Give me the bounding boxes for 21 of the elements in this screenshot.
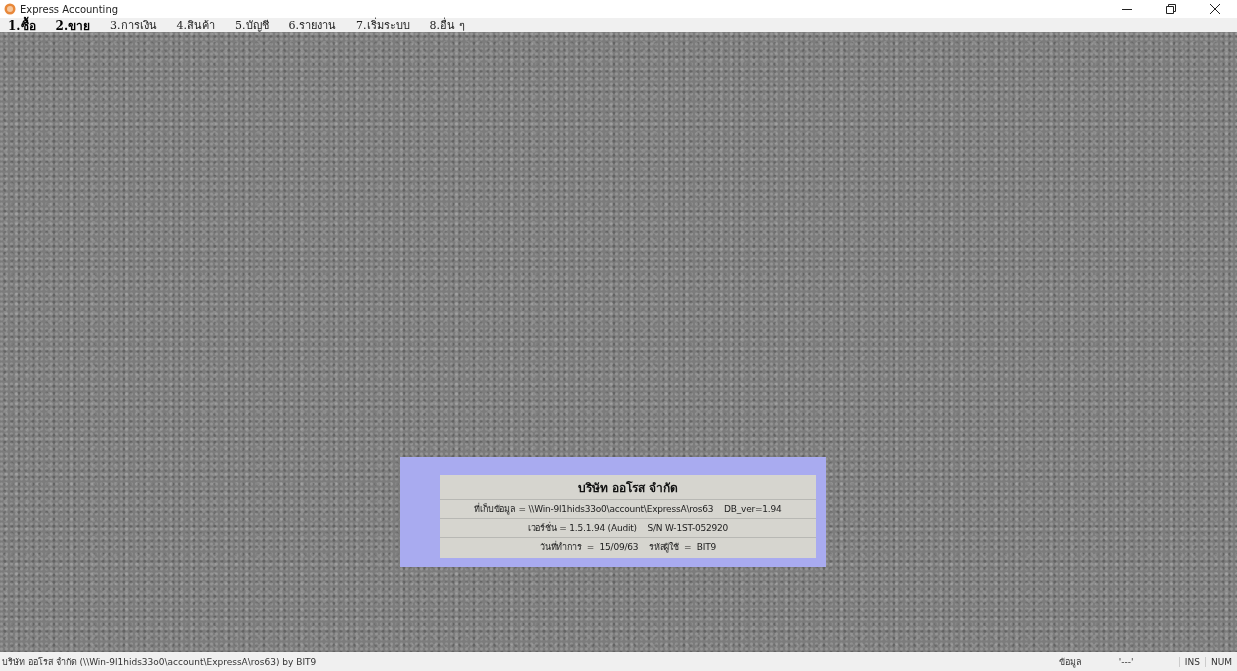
status-text: '---' bbox=[1118, 656, 1135, 667]
menu-item[interactable]: 7.เริ่มระบบ bbox=[356, 16, 410, 34]
info-line: เวอร์ชั่น = 1.5.1.94 (Audit) S/N W-1ST-052920 bbox=[440, 518, 816, 537]
close-icon bbox=[1210, 4, 1220, 14]
app-logo-icon bbox=[4, 3, 16, 15]
company-name: บริษัท ออโรส จำกัด bbox=[577, 480, 679, 497]
status-text: ข้อมูล bbox=[1058, 655, 1083, 669]
info-line: ที่เก็บข้อมูล = \\Win-9l1hids33o0\account\ExpressA\ros63 DB_ver=1.94 bbox=[440, 499, 816, 518]
menu-item[interactable]: 8.อื่น ๆ bbox=[429, 16, 465, 34]
status-text: INS bbox=[1178, 656, 1205, 667]
status-text: บริษัท ออโรส จำกัด (\\Win-9l1hids33o0\account\ExpressA\ros63) by BIT9 bbox=[1, 655, 318, 669]
status-text: NUM bbox=[1204, 656, 1237, 667]
menu-item[interactable]: 5.บัญชี bbox=[235, 16, 269, 34]
menu-item[interactable]: 4.สินค้า bbox=[176, 16, 216, 34]
info-line: วันที่ทำการ = 15/09/63 รหัสผู้ใช้ = BIT9 bbox=[440, 537, 816, 556]
menu-item[interactable]: 1.ซื้อ bbox=[8, 15, 36, 35]
menu-item[interactable]: 6.รายงาน bbox=[288, 16, 337, 34]
menu-item[interactable]: 2.ขาย bbox=[55, 15, 91, 35]
window-title: Express Accounting bbox=[20, 3, 119, 15]
restore-icon bbox=[1166, 4, 1176, 14]
menu-item[interactable]: 3.การเงิน bbox=[110, 16, 157, 34]
